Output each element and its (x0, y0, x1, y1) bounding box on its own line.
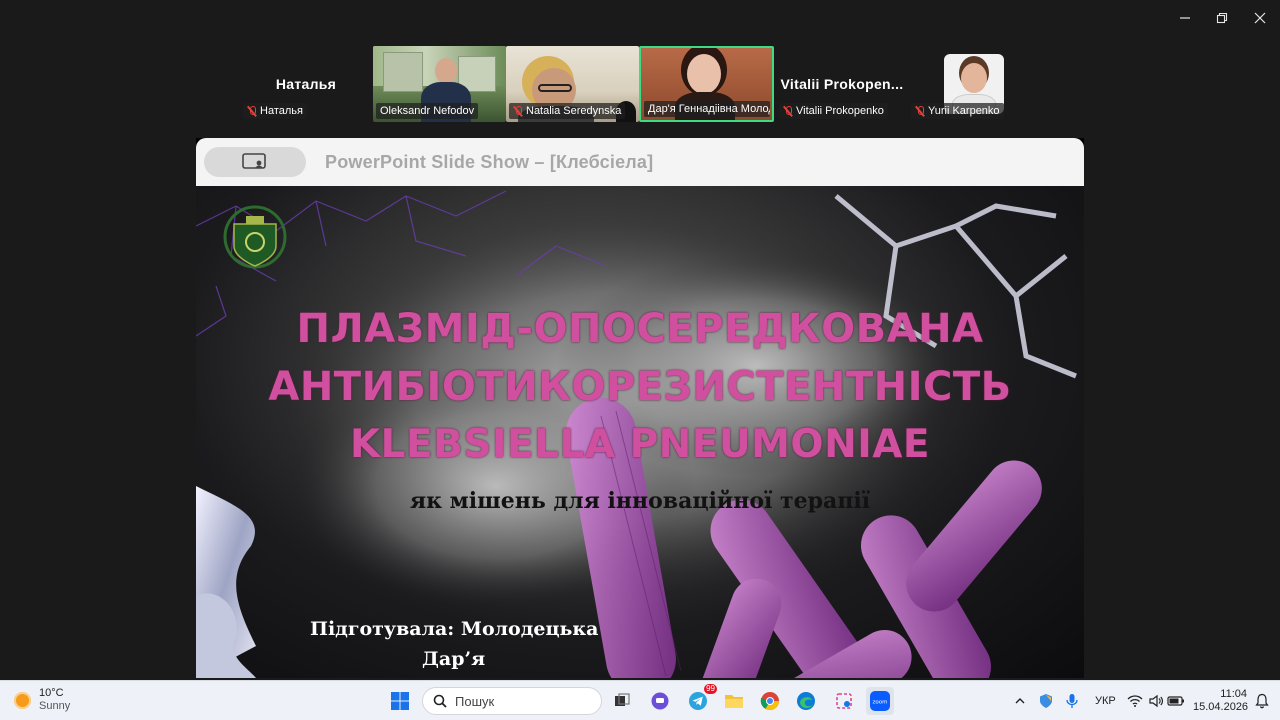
participant-label: Наталья (243, 103, 307, 119)
input-language[interactable]: УКР (1095, 695, 1116, 707)
slide-title-line-3: KLEBSIELLA PNEUMONIAE (349, 422, 931, 467)
notification-badge: 99 (704, 684, 717, 694)
close-icon (1254, 12, 1266, 24)
participant-name: Наталья (275, 76, 337, 92)
battery-icon (1167, 696, 1184, 706)
person-head (687, 54, 721, 94)
chat-icon (651, 692, 669, 710)
mic-off-icon (513, 105, 523, 117)
university-logo-icon (223, 205, 287, 269)
participant-label-text: Natalia Seredynska (526, 105, 622, 117)
screen-share-button[interactable] (204, 147, 306, 177)
weather-temperature: 10°C (39, 687, 64, 699)
restore-icon (1216, 12, 1228, 24)
system-clock[interactable]: 11:04 15.04.2026 (1193, 688, 1249, 714)
notifications-button[interactable] (1248, 687, 1276, 715)
participant-label: Oleksandr Nefodov (376, 103, 479, 119)
participant-video[interactable]: Oleksandr Nefodov (373, 46, 506, 122)
zoom-icon: zoom (870, 691, 890, 711)
shield-icon (1040, 694, 1052, 708)
mic-off-icon (783, 105, 793, 117)
slide-title-line-1: ПЛАЗМІД-ОПОСЕРЕДКОВАНА (296, 306, 984, 352)
meeting-window: Наталья Наталья Oleksandr Nefodov Natali… (0, 0, 1280, 720)
microphone-icon (1066, 694, 1078, 708)
defender-button[interactable] (1032, 687, 1060, 715)
participant-tile[interactable]: Yurii Karpenko (908, 46, 1040, 122)
participant-label-text: Наталья (260, 105, 303, 117)
weather-text: 10°C Sunny (39, 687, 70, 713)
participant-label-text: Yurii Karpenko (928, 105, 1000, 117)
battery-button[interactable] (1162, 687, 1190, 715)
telegram-icon (689, 692, 707, 710)
search-placeholder: Пошук (455, 693, 495, 709)
participant-label: Vitalii Prokopenko (779, 103, 888, 119)
presentation-slide: ПЛАЗМІД-ОПОСЕРЕДКОВАНА АНТИБІОТИКОРЕЗИСТ… (196, 186, 1084, 678)
task-view-button[interactable] (608, 687, 636, 715)
slide-title-line-2: АНТИБІОТИКОРЕЗИСТЕНТНІСТЬ (268, 364, 1012, 410)
search-icon (433, 694, 447, 708)
person-head (961, 63, 987, 93)
snipping-tool-icon (836, 693, 852, 709)
slide-author-line-1: Підготувала: Молодецька (310, 618, 599, 640)
building-window (383, 52, 423, 92)
participant-tile[interactable]: Vitalii Prokopen... Vitalii Prokopenko (776, 46, 908, 122)
slideshow-window-title: PowerPoint Slide Show – [Клебсіела] (325, 152, 654, 172)
edge-button[interactable] (792, 687, 820, 715)
clock-date: 15.04.2026 (1193, 701, 1249, 713)
mic-off-icon (247, 105, 257, 117)
file-explorer-button[interactable] (720, 687, 748, 715)
windows-taskbar: 10°C Sunny Пошук 99 zoom УКР 11:04 15.04… (0, 680, 1280, 720)
participant-label-text: Vitalii Prokopenko (796, 105, 884, 117)
screen-share-icon (242, 153, 266, 169)
clock-time: 11:04 (1220, 688, 1247, 700)
bell-icon (1255, 693, 1269, 709)
weather-description: Sunny (39, 700, 71, 712)
taskbar-search[interactable]: Пошук (422, 687, 602, 715)
folder-icon (725, 695, 743, 708)
minimize-button[interactable] (1170, 6, 1200, 30)
person-head (435, 58, 457, 84)
restore-button[interactable] (1207, 6, 1237, 30)
slideshow-titlebar: PowerPoint Slide Show – [Клебсіела] (196, 138, 1084, 186)
show-hidden-icons-button[interactable] (1006, 687, 1034, 715)
participant-label-text: Oleksandr Nefodov (380, 105, 475, 117)
participant-label-text: Дар'я Геннадіівна Молод... (648, 103, 770, 115)
glasses (538, 84, 572, 92)
start-button[interactable] (386, 687, 414, 715)
windows-logo-icon (391, 692, 409, 710)
slide-author-line-2: Дар’я (422, 648, 486, 670)
chevron-up-icon (1015, 698, 1025, 704)
slide-subtitle: як мішень для інноваційної терапії (409, 488, 871, 514)
participant-label: Дар'я Геннадіівна Молод... (644, 101, 770, 117)
participant-name: Vitalii Prokopen... (780, 76, 904, 92)
weather-widget[interactable]: 10°C Sunny (14, 687, 70, 713)
chrome-icon (760, 692, 779, 711)
snipping-tool-button[interactable] (830, 687, 858, 715)
sun-icon (14, 691, 31, 709)
participant-label: Yurii Karpenko (911, 103, 1004, 119)
task-view-icon (615, 693, 630, 706)
participant-video-active-speaker[interactable]: Дар'я Геннадіівна Молод... (639, 46, 774, 122)
edge-icon (797, 692, 815, 710)
svg-text:zoom: zoom (873, 700, 888, 706)
mic-off-icon (915, 105, 925, 117)
chrome-button[interactable] (756, 687, 784, 715)
microphone-button[interactable] (1058, 687, 1086, 715)
minimize-icon (1180, 17, 1190, 19)
zoom-button[interactable]: zoom (866, 687, 894, 715)
shared-screen: PowerPoint Slide Show – [Клебсіела] ПЛАЗ… (196, 138, 1084, 678)
chat-app-button[interactable] (646, 687, 674, 715)
close-button[interactable] (1245, 6, 1275, 30)
participant-video[interactable]: Natalia Seredynska (506, 46, 639, 122)
participant-tile[interactable]: Наталья Наталья (240, 46, 372, 122)
wifi-icon (1127, 695, 1143, 707)
telegram-button[interactable]: 99 (684, 684, 717, 715)
participant-label: Natalia Seredynska (509, 103, 626, 119)
